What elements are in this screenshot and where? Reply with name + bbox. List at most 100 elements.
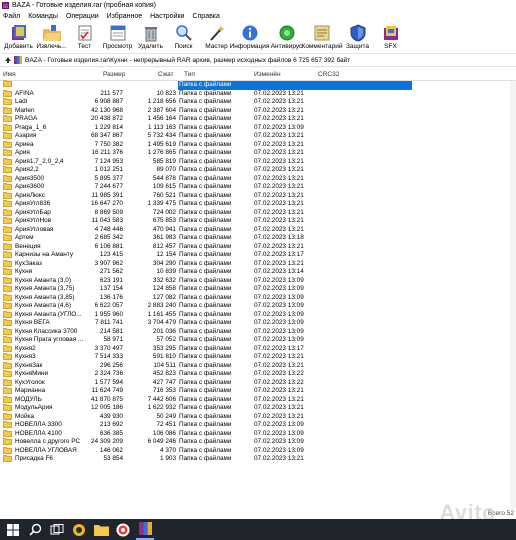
taskbar-explorer[interactable] <box>92 521 110 539</box>
file-row[interactable]: АрияУгл836 16 647 270 1 339 475 Папка с фай… <box>0 200 516 209</box>
taskbar <box>0 519 516 540</box>
file-row[interactable]: Карнизы на Аманту 123 415 12 154 Папка с фа… <box>0 251 516 260</box>
start-button[interactable] <box>4 521 22 539</box>
file-packed: 57 052 <box>156 336 176 343</box>
file-row[interactable]: МодульАрия 12 005 186 1 622 932 Папка с фай… <box>0 404 516 413</box>
view-button[interactable]: Просмотр <box>102 23 133 50</box>
column-modified[interactable]: Изменён <box>254 71 281 78</box>
file-row[interactable]: НОВЕЛЛА 4100 636 385 106 086 Папка с файлам… <box>0 430 516 439</box>
taskbar-winrar[interactable] <box>136 520 154 540</box>
file-row[interactable]: Кухня 271 562 10 839 Папка с файлами 07.02.2… <box>0 268 516 277</box>
test-button[interactable]: Тест <box>69 23 100 50</box>
file-modified: 07.02.2023 13:09 <box>254 421 304 428</box>
file-row[interactable]: АрияУглНов 11 043 583 675 853 Папка с файла… <box>0 217 516 226</box>
file-size: 7 811 741 <box>95 319 123 326</box>
menu-settings[interactable]: Настройки <box>150 13 184 20</box>
file-row[interactable]: НОВЕЛЛА 3300 213 692 72 451 Папка с файлами… <box>0 421 516 430</box>
file-row[interactable]: Ария3600 7 244 677 109 615 Папка с файлами 0… <box>0 183 516 192</box>
find-button[interactable]: Поиск <box>168 23 199 50</box>
file-row[interactable]: АрияУглБар 8 869 509 724 002 Папка с файлам… <box>0 209 516 218</box>
file-size: 7 750 382 <box>94 140 123 148</box>
file-modified: 07.02.2023 13:21 <box>254 174 304 182</box>
file-row[interactable]: Кухня2 3 370 497 353 295 Папка с файлами 07.… <box>0 345 516 354</box>
file-row[interactable]: КухУголок 1 577 594 427 747 Папка с файлами… <box>0 379 516 388</box>
file-row[interactable]: Артем 2 685 342 361 983 Папка с файлами 07.0… <box>0 234 516 243</box>
menu-help[interactable]: Справка <box>192 13 219 20</box>
menu-file[interactable]: Файл <box>3 13 20 20</box>
delete-button[interactable]: Удалить <box>135 23 166 50</box>
add-icon <box>9 23 29 42</box>
file-type: Папка с файлами <box>179 327 232 335</box>
vertical-scrollbar[interactable] <box>510 81 516 509</box>
file-row[interactable]: Ариеа 7 750 382 1 495 619 Папка с файлами 07… <box>0 141 516 150</box>
file-row[interactable]: МОДУЛЬ 41 870 875 7 442 606 Папка с файлами… <box>0 396 516 405</box>
file-row[interactable]: Венеция 6 106 881 812 457 Папка с файлами 07… <box>0 243 516 252</box>
archive-path[interactable]: BAZA - Готовые изделия.rar\Кухни - непре… <box>25 57 350 64</box>
file-row[interactable]: PRAGA 20 438 872 1 456 164 Папка с файлами 0… <box>0 115 516 124</box>
file-row[interactable]: Кухня Классика 3700 214 581 201 036 Папка с… <box>0 328 516 337</box>
antivirus-button[interactable]: Антивирус <box>271 23 302 50</box>
comment-button[interactable]: Комментарий <box>302 23 342 50</box>
taskbar-app-1[interactable] <box>70 521 88 539</box>
search-taskbar-button[interactable] <box>26 521 44 539</box>
column-packed[interactable]: Сжат <box>158 71 174 78</box>
file-row[interactable]: Кухня Аманта (4,6) 6 622 057 2 883 240 Папк… <box>0 302 516 311</box>
extract-button[interactable]: Извлечь... <box>36 23 67 50</box>
taskbar-browser[interactable] <box>114 521 132 539</box>
file-row[interactable]: Кухня Аманта (3,75) 137 154 124 858 Папка с… <box>0 285 516 294</box>
file-size: 7 244 677 <box>94 183 123 190</box>
file-row[interactable]: КухняЗак 296 256 104 511 Папка с файлами 07.… <box>0 362 516 371</box>
file-modified: 07.02.2023 13:21 <box>254 225 304 233</box>
folder-icon <box>3 310 12 318</box>
file-row[interactable]: Ария 16 211 376 1 276 865 Папка с файлами 07… <box>0 149 516 158</box>
column-size[interactable]: Размер <box>103 71 125 78</box>
parent-folder-row[interactable]: Папка с файлами <box>0 80 516 90</box>
file-name-cell: АрияЛюкс <box>3 192 45 201</box>
file-name-cell: КухЗаказ <box>3 260 42 269</box>
file-name-cell: КухняМини <box>3 370 48 379</box>
file-row[interactable]: Кухня3 7 514 333 591 810 Папка с файлами 07.… <box>0 353 516 362</box>
up-folder-button[interactable] <box>3 56 12 65</box>
file-row[interactable]: Присадка F6 53 854 1 903 Папка с файлами 07.… <box>0 455 516 464</box>
file-row[interactable]: АрияУгловая 4 748 446 470 941 Папка с файла… <box>0 226 516 235</box>
menu-favorites[interactable]: Избранное <box>107 13 142 20</box>
find-icon <box>174 23 194 42</box>
file-row[interactable]: Ария3500 5 895 377 544 878 Папка с файлами 0… <box>0 175 516 184</box>
file-row[interactable]: КухняМини 2 324 736 452 823 Папка с файлами… <box>0 370 516 379</box>
file-name: Ария3500 <box>15 174 45 182</box>
sfx-button[interactable]: SFX <box>375 23 406 50</box>
file-type: Папка с файлами <box>179 106 232 114</box>
file-list: Папка с файлами AFINA 211 577 10 823 Папка … <box>0 80 516 464</box>
file-row[interactable]: Кухня ВЕГА 7 811 741 3 704 479 Папка с файл… <box>0 319 516 328</box>
file-row[interactable]: Praga_1_6 1 229 814 1 113 163 Папка с файла… <box>0 124 516 133</box>
file-row[interactable]: КухЗаказ 3 907 962 304 290 Папка с файлами 0… <box>0 260 516 269</box>
info-button[interactable]: Информация <box>230 23 269 50</box>
file-row[interactable]: Марианна 11 624 749 716 353 Папка с файлами… <box>0 387 516 396</box>
file-row[interactable]: Кухня Аманта (3,85) 136 176 127 082 Папка с… <box>0 294 516 303</box>
file-row[interactable]: Marlen 42 130 968 2 387 604 Папка с файлами… <box>0 107 516 116</box>
file-row[interactable]: Азария 68 347 867 5 732 434 Папка с файлами… <box>0 132 516 141</box>
file-row[interactable]: Кухня Аманта (УГЛО... 1 955 960 1 161 455 П… <box>0 311 516 320</box>
column-type[interactable]: Тип <box>184 71 195 78</box>
task-view-button[interactable] <box>48 521 66 539</box>
protect-button[interactable]: Защита <box>342 23 373 50</box>
file-row[interactable]: Ария1,7_2,0_2,4 7 124 953 585 819 Папка с ф… <box>0 158 516 167</box>
file-row[interactable]: Ария2,2 1 012 251 89 070 Папка с файлами 07.… <box>0 166 516 175</box>
file-row[interactable]: AFINA 211 577 10 823 Папка с файлами 07.02.2… <box>0 90 516 99</box>
file-row[interactable]: Ladi 6 908 887 1 218 656 Папка с файлами 07.… <box>0 98 516 107</box>
file-row[interactable]: АрияЛюкс 11 985 391 760 521 Папка с файлами… <box>0 192 516 201</box>
file-row[interactable]: Мойка 439 930 50 249 Папка с файлами 07.02.2… <box>0 413 516 422</box>
menu-commands[interactable]: Команды <box>28 13 58 20</box>
folder-icon <box>3 259 12 267</box>
menu-operations[interactable]: Операции <box>66 13 99 20</box>
file-row[interactable]: Кухня Прага угловая ... 58 971 57 052 Папка… <box>0 336 516 345</box>
column-crc32[interactable]: CRC32 <box>318 71 339 78</box>
add-button[interactable]: Добавить <box>3 23 34 50</box>
file-row[interactable]: НОВЕЛЛА УГЛОВАЯ 146 062 4 370 Папка с файла… <box>0 447 516 456</box>
file-row[interactable]: Новелла с другого PC 24 309 209 6 049 246 П… <box>0 438 516 447</box>
file-row[interactable]: Кухня Аманта (3,0) 623 191 332 632 Папка с … <box>0 277 516 286</box>
wizard-button[interactable]: Мастер <box>201 23 232 50</box>
file-size: 136 176 <box>99 293 123 301</box>
file-type: Папка с файлами <box>179 191 232 199</box>
column-name[interactable]: Имя <box>3 71 16 78</box>
